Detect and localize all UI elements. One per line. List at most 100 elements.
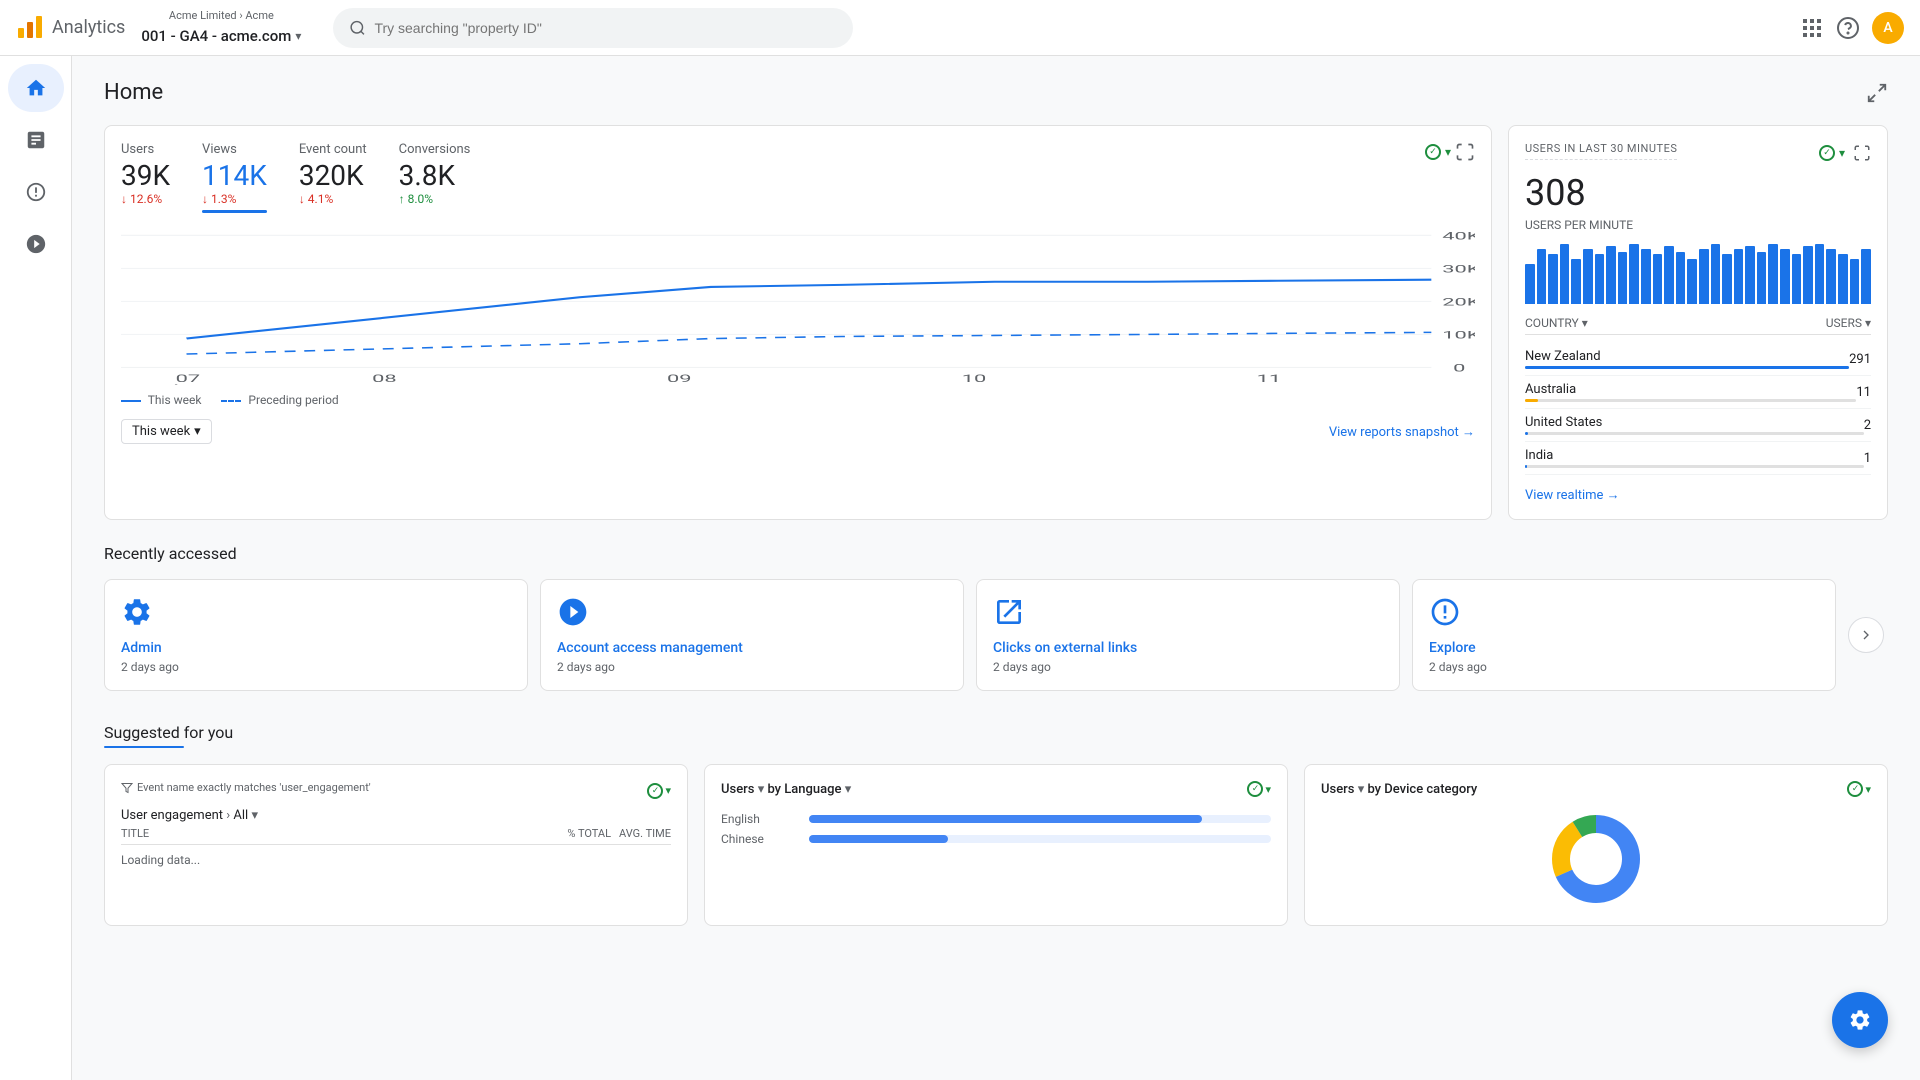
metric-conversions-label: Conversions	[399, 142, 471, 157]
suggested-card-device: Users ▾ by Device category ▾	[1304, 764, 1888, 926]
svg-text:08: 08	[372, 373, 397, 385]
sidebar-item-explore[interactable]	[8, 168, 64, 216]
event-filter: Event name exactly matches 'user_engagem…	[121, 781, 371, 794]
country-au-users: 11	[1856, 385, 1871, 400]
recent-admin-name: Admin	[121, 640, 511, 656]
bar-chart-bar	[1571, 259, 1581, 304]
metric-events-change: ↓ 4.1%	[299, 192, 367, 206]
recent-card-account-access[interactable]: Account access management 2 days ago	[540, 579, 964, 691]
metric-users[interactable]: Users 39K ↓ 12.6%	[121, 142, 170, 213]
help-icon[interactable]	[1836, 16, 1860, 40]
property-selector[interactable]: 001 - GA4 - acme.com ▾	[141, 27, 301, 47]
analytics-logo-icon	[16, 14, 44, 42]
realtime-fullscreen-icon[interactable]	[1853, 144, 1871, 162]
recent-card-explore[interactable]: Explore 2 days ago	[1412, 579, 1836, 691]
main-content: Home Users 39K ↓ 12.6% Views	[72, 56, 1920, 1080]
legend-this-week: This week	[121, 393, 201, 407]
metric-users-change: ↓ 12.6%	[121, 192, 170, 206]
bar-chart-bar	[1629, 244, 1639, 304]
realtime-status-dropdown[interactable]: ▾	[1839, 146, 1845, 160]
account-access-icon	[557, 596, 589, 628]
app-logo[interactable]: Analytics	[16, 14, 125, 42]
status-dropdown[interactable]: ▾	[1445, 145, 1451, 159]
realtime-status-dot	[1819, 145, 1835, 161]
country-table-header: COUNTRY ▾ USERS ▾	[1525, 316, 1871, 335]
search-input[interactable]	[374, 20, 837, 36]
engagement-table-header: TITLE % TOTAL AVG. TIME	[121, 827, 671, 845]
expand-icon[interactable]	[1866, 82, 1888, 104]
recent-card-admin[interactable]: Admin 2 days ago	[104, 579, 528, 691]
bar-chart-bar	[1850, 259, 1860, 304]
recently-accessed-title: Recently accessed	[104, 544, 1888, 563]
country-sort-icon: ▾	[1582, 316, 1588, 330]
svg-text:40K: 40K	[1442, 230, 1475, 242]
bar-chart-bar	[1803, 246, 1813, 304]
suggested-status-dot-1	[647, 783, 663, 799]
realtime-title: USERS IN LAST 30 MINUTES	[1525, 142, 1677, 160]
svg-text:09: 09	[667, 373, 692, 385]
bar-chart-bar	[1734, 249, 1744, 304]
svg-text:0: 0	[1453, 363, 1465, 375]
explore-icon	[25, 181, 47, 203]
metric-conversions-value: 3.8K	[399, 159, 471, 192]
recent-account-name: Account access management	[557, 640, 947, 656]
carousel-next-button[interactable]	[1848, 617, 1884, 653]
suggested-card-engagement: Event name exactly matches 'user_engagem…	[104, 764, 688, 926]
bar-chart-bar	[1618, 252, 1628, 304]
svg-text:30K: 30K	[1442, 263, 1475, 275]
metric-views[interactable]: Views 114K ↓ 1.3%	[202, 142, 267, 213]
suggested-status-dot-2	[1247, 781, 1263, 797]
suggested-card-1-status[interactable]: ▾	[647, 783, 671, 799]
metrics-header: Users 39K ↓ 12.6% Views 114K ↓ 1.3% Even…	[121, 142, 1475, 225]
suggested-status-dot-3	[1847, 781, 1863, 797]
recent-explore-name: Explore	[1429, 640, 1819, 656]
bar-chart-bar	[1861, 249, 1871, 304]
users-col-header[interactable]: USERS ▾	[1826, 316, 1871, 330]
country-col-header[interactable]: COUNTRY ▾	[1525, 316, 1588, 330]
realtime-bar-chart	[1525, 244, 1871, 304]
chevron-down-icon: ▾	[295, 29, 301, 45]
language-row-english: English	[721, 809, 1271, 829]
country-row-au: Australia 11	[1525, 376, 1871, 409]
page-header: Home	[104, 80, 1888, 105]
bar-chart-bar	[1722, 254, 1732, 304]
realtime-status-badge: ▾	[1819, 145, 1845, 161]
suggested-card-2-status[interactable]: ▾	[1247, 781, 1271, 797]
search-bar[interactable]	[333, 8, 853, 48]
suggested-card-3-status[interactable]: ▾	[1847, 781, 1871, 797]
country-in-users: 1	[1864, 451, 1871, 466]
view-realtime-link[interactable]: View realtime →	[1525, 487, 1871, 503]
bar-chart-bar	[1699, 249, 1709, 304]
metric-conversions[interactable]: Conversions 3.8K ↑ 8.0%	[399, 142, 471, 213]
bar-chart-bar	[1815, 244, 1825, 304]
bar-chart-bar	[1664, 246, 1674, 304]
view-reports-link[interactable]: View reports snapshot →	[1329, 424, 1475, 440]
sidebar-item-home[interactable]	[8, 64, 64, 112]
explore-recent-icon	[1429, 596, 1461, 628]
period-selector[interactable]: This week ▾	[121, 419, 212, 444]
sidebar-item-advertising[interactable]	[8, 220, 64, 268]
bar-chart-bar	[1780, 249, 1790, 304]
line-chart: 40K 30K 20K 10K 0 07 Apr 08 09 10 11	[121, 225, 1475, 385]
country-row-nz: New Zealand 291	[1525, 343, 1871, 376]
filter-icon	[121, 782, 133, 794]
metrics-row: Users 39K ↓ 12.6% Views 114K ↓ 1.3% Even…	[121, 142, 470, 213]
period-chevron-icon: ▾	[194, 424, 201, 439]
country-au-name: Australia	[1525, 382, 1856, 397]
sidebar-item-reports[interactable]	[8, 116, 64, 164]
suggested-section: Suggested for you Event name exactly mat…	[104, 723, 1888, 926]
grid-icon[interactable]	[1800, 16, 1824, 40]
bar-chart-bar	[1548, 254, 1558, 304]
recent-card-external-links[interactable]: Clicks on external links 2 days ago	[976, 579, 1400, 691]
recent-external-name: Clicks on external links	[993, 640, 1383, 656]
settings-fab[interactable]	[1832, 992, 1888, 1048]
engagement-placeholder: Loading data...	[121, 849, 671, 871]
metric-events[interactable]: Event count 320K ↓ 4.1%	[299, 142, 367, 213]
metric-events-label: Event count	[299, 142, 367, 157]
bar-chart-bar	[1525, 264, 1535, 304]
bar-chart-bar	[1838, 254, 1848, 304]
avatar[interactable]: A	[1872, 12, 1904, 44]
external-links-icon	[993, 596, 1025, 628]
fullscreen-icon[interactable]	[1455, 142, 1475, 162]
recent-explore-time: 2 days ago	[1429, 660, 1819, 674]
